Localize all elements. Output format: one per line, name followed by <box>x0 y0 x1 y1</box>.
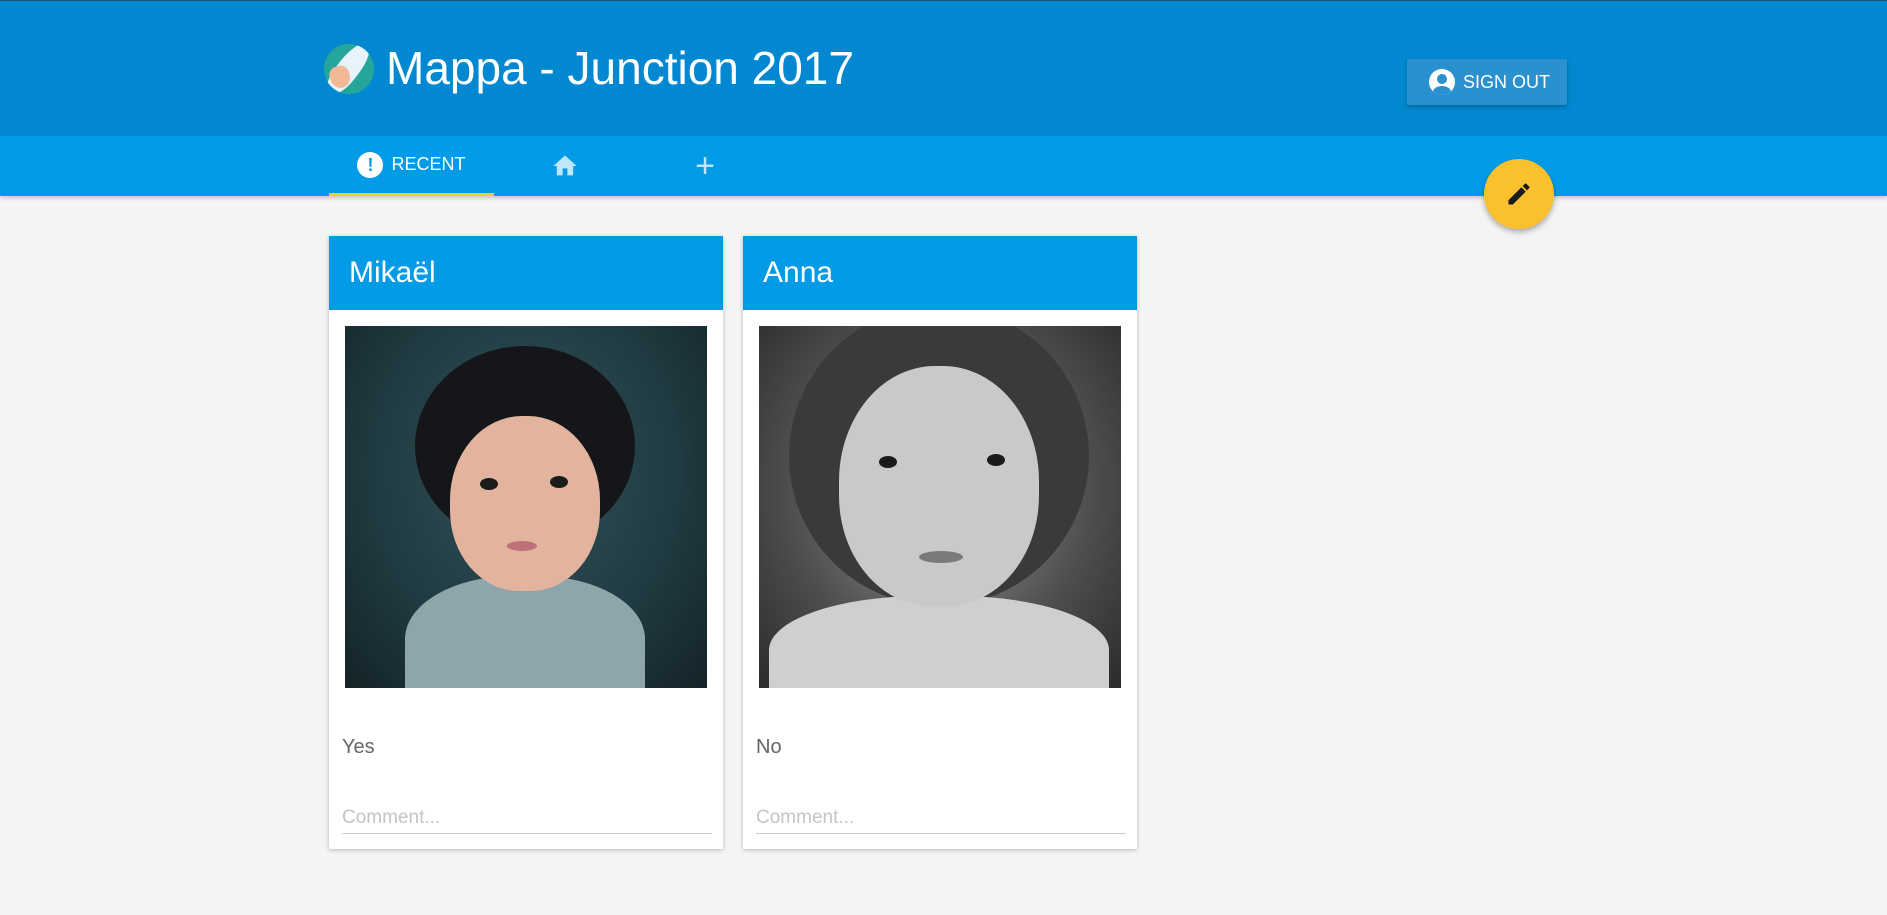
app-header: Mappa - Junction 2017 SIGN OUT <box>0 0 1887 136</box>
account-circle-icon <box>1429 69 1455 95</box>
edit-fab-button[interactable] <box>1484 159 1554 229</box>
tab-home[interactable] <box>540 136 590 196</box>
pencil-icon <box>1508 183 1530 205</box>
tab-add[interactable]: + <box>680 136 730 196</box>
add-icon: + <box>695 146 715 185</box>
new-releases-icon: ! <box>357 151 384 178</box>
card-title: Anna <box>743 236 1137 310</box>
sign-out-label: SIGN OUT <box>1463 71 1551 92</box>
person-photo <box>345 326 707 688</box>
comment-input[interactable] <box>342 802 712 834</box>
tab-recent-label: RECENT <box>391 154 466 174</box>
page-title: Mappa - Junction 2017 <box>386 42 854 94</box>
tab-bar: ! RECENT + <box>0 136 1887 196</box>
sign-out-button[interactable]: SIGN OUT <box>1407 59 1567 105</box>
card-answer: Yes <box>342 736 375 758</box>
app-logo <box>324 44 374 94</box>
home-icon <box>553 155 577 176</box>
comment-input[interactable] <box>756 802 1126 834</box>
person-photo <box>759 326 1121 688</box>
person-card: Mikaël Yes <box>329 236 723 849</box>
person-card: Anna No <box>743 236 1137 849</box>
card-title: Mikaël <box>329 236 723 310</box>
card-answer: No <box>756 736 782 758</box>
tab-recent[interactable]: ! RECENT <box>329 136 494 196</box>
